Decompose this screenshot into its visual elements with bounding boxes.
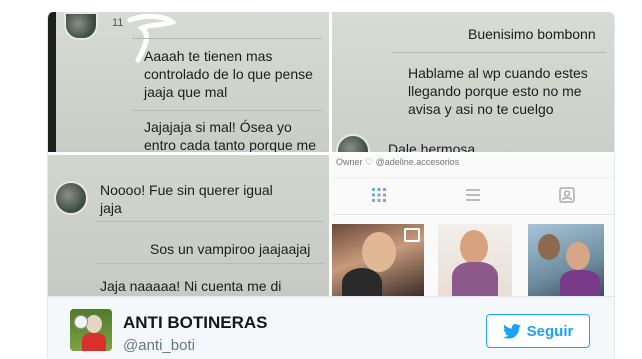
bubble-divider: [96, 263, 324, 264]
contact-avatar: [336, 134, 370, 152]
chat-screenshot-photo-2[interactable]: Buenisimo bombonn Hablame al wp cuando e…: [332, 12, 614, 152]
instagram-profile-photo[interactable]: Owner ♡ @adeline.accesorios: [332, 155, 614, 296]
chat-message: Sos un vampiroo jaajaajaj: [150, 241, 311, 257]
display-name[interactable]: ANTI BOTINERAS: [123, 313, 268, 333]
avatar-shirt: [82, 333, 106, 351]
photo-grid: 11 Aaaah te tienen mas controlado de lo …: [48, 12, 614, 296]
list-icon[interactable]: [464, 186, 482, 204]
twitter-bird-icon: [502, 323, 521, 339]
chat-message: Hablame al wp cuando estes llegando porq…: [408, 65, 588, 117]
bubble-divider: [132, 110, 322, 111]
chat-message: Aaaah te tienen mas controlado de lo que…: [144, 48, 313, 100]
owner-text: Owner ♡ @adeline.accesorios: [336, 157, 460, 167]
face-shape: [362, 232, 396, 272]
chat-message: Dale hermosa: [388, 141, 476, 152]
video-icon: [404, 228, 420, 242]
chat-screenshot-photo-1[interactable]: 11 Aaaah te tienen mas controlado de lo …: [48, 12, 329, 152]
chat-screenshot-photo-3[interactable]: Noooo! Fue sin querer igual jaja Sos un …: [48, 155, 329, 296]
chat-message: Buenisimo bombonn: [468, 26, 596, 42]
bubble-divider: [392, 52, 606, 53]
face-shape: [460, 230, 488, 264]
chat-message: Jaja naaaaa! Ni cuenta me di jajaja: [100, 278, 282, 294]
instagram-tab-bar: [332, 177, 614, 215]
phone-edge: [48, 12, 56, 152]
follow-label: Seguir: [526, 322, 574, 340]
face-shape: [538, 234, 560, 260]
tweet-author-bar: ANTI BOTINERAS @anti_boti Seguir: [48, 296, 614, 359]
chat-message: Jajajaja si mal! Ósea yo entro cada tant…: [144, 119, 317, 152]
face-shape: [566, 242, 590, 270]
contact-avatar: [64, 12, 98, 40]
ball-icon: [74, 315, 88, 329]
user-handle[interactable]: @anti_boti: [123, 337, 195, 354]
grid-icon[interactable]: [370, 186, 388, 204]
contact-avatar: [54, 181, 88, 215]
shirt-shape: [560, 270, 600, 296]
tweet-card: 11 Aaaah te tienen mas controlado de lo …: [47, 12, 615, 359]
profile-post-thumbnail[interactable]: [332, 224, 424, 296]
pet-shape: [342, 268, 382, 296]
blouse-shape: [452, 262, 498, 296]
profile-post-thumbnail[interactable]: [438, 224, 512, 296]
profile-post-thumbnail[interactable]: [528, 224, 604, 296]
follow-button[interactable]: Seguir: [486, 314, 590, 348]
chat-message: Noooo! Fue sin querer igual jaja: [100, 182, 273, 216]
tagged-icon[interactable]: [558, 186, 576, 204]
avatar[interactable]: [70, 309, 112, 351]
avatar-face: [86, 315, 102, 333]
bubble-divider: [132, 38, 322, 39]
bubble-divider: [96, 221, 324, 222]
